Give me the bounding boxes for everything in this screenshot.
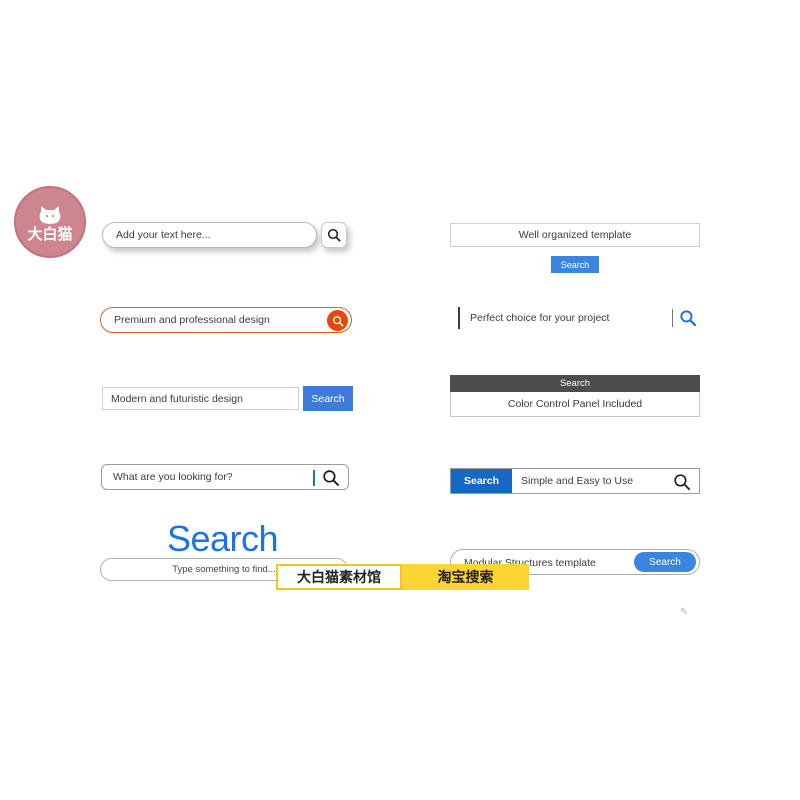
search-input-premium-design[interactable]: Premium and professional design <box>100 307 352 333</box>
search-button-blue-icon[interactable] <box>679 309 697 332</box>
placeholder-text: Perfect choice for your project <box>470 312 610 324</box>
search-input-well-organized[interactable]: Well organized template <box>450 223 700 247</box>
search-input-perfect-choice[interactable]: Perfect choice for your project <box>450 305 700 332</box>
divider <box>313 470 315 486</box>
search-button-below[interactable]: Search <box>551 256 599 273</box>
placeholder-text: Type something to find... <box>172 564 276 575</box>
placeholder-text: Well organized template <box>518 229 632 241</box>
search-bar-simple-easy[interactable]: Search Simple and Easy to Use <box>450 468 700 494</box>
watermark-taobao-search: 淘宝搜索 <box>402 564 529 590</box>
placeholder-text: Modern and futuristic design <box>111 392 243 405</box>
search-icon <box>680 310 697 327</box>
cat-face-icon <box>39 205 61 224</box>
search-input-add-your-text[interactable]: Add your text here... <box>102 222 317 248</box>
search-button-icon-only[interactable] <box>322 469 340 492</box>
search-icon-button[interactable] <box>673 473 691 496</box>
canvas: 大白猫 Add your text here... Premium and pr… <box>0 0 800 800</box>
logo-text: 大白猫 <box>27 224 73 243</box>
search-input-color-control-panel[interactable]: Color Control Panel Included <box>450 392 700 417</box>
search-heading: Search <box>166 518 279 559</box>
search-icon <box>323 470 339 486</box>
search-input-what-are-you-looking-for[interactable]: What are you looking for? <box>101 464 349 490</box>
search-icon <box>332 315 343 326</box>
caret-bar <box>458 307 460 329</box>
search-icon <box>327 228 341 242</box>
search-button-orange[interactable] <box>327 310 348 331</box>
watermark-shop-name: 大白猫素材馆 <box>276 564 402 590</box>
search-button-blue-right[interactable]: Search <box>303 386 353 411</box>
divider <box>672 309 673 327</box>
search-button-blue-left[interactable]: Search <box>451 469 512 493</box>
search-button-detached[interactable] <box>321 222 347 248</box>
search-button-inner-pill[interactable]: Search <box>634 552 696 572</box>
search-input-modern-design[interactable]: Modern and futuristic design <box>102 387 299 410</box>
search-icon <box>674 474 690 490</box>
placeholder-text: Premium and professional design <box>114 314 270 326</box>
cursor-artifact-icon <box>680 607 688 615</box>
placeholder-text: Simple and Easy to Use <box>521 475 634 487</box>
brand-logo: 大白猫 <box>14 186 86 258</box>
placeholder-text: What are you looking for? <box>113 471 233 483</box>
placeholder-text: Color Control Panel Included <box>507 398 643 410</box>
placeholder-text: Add your text here... <box>116 229 211 241</box>
panel-header-search: Search <box>450 375 700 392</box>
